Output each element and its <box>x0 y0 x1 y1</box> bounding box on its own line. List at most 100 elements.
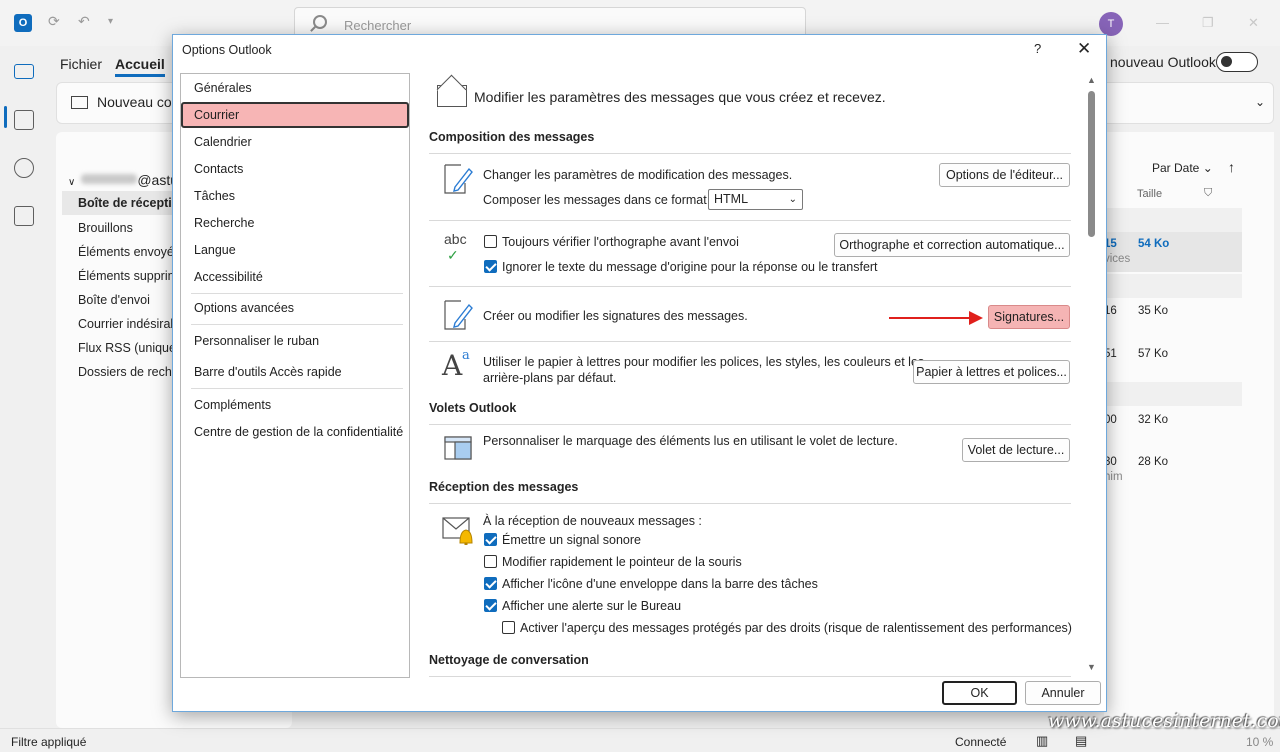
sort-dropdown[interactable]: Par Date ⌄ <box>1152 161 1213 175</box>
new-mail-button[interactable]: Nouveau cou <box>71 94 180 110</box>
reading-pane-button[interactable]: Volet de lecture... <box>962 438 1070 462</box>
folder-junk[interactable]: Courrier indésirab <box>78 317 177 331</box>
ignore-original-checkbox[interactable] <box>484 260 497 273</box>
undo-icon[interactable]: ↶ <box>78 13 90 30</box>
annotation-arrow <box>889 311 983 325</box>
section-composition: Composition des messages <box>429 130 595 144</box>
nav-item-accessibilite[interactable]: Accessibilité <box>194 270 263 284</box>
message-size: 32 Ko <box>1138 414 1169 426</box>
format-select[interactable]: HTML ⌄ <box>708 189 803 210</box>
group-header <box>1104 274 1242 298</box>
nav-item-options-avancees[interactable]: Options avancées <box>194 301 294 315</box>
list-item[interactable]: 51 57 Ko <box>1104 340 1242 380</box>
folder-deleted[interactable]: Éléments supprim <box>78 269 178 283</box>
nav-item-taches[interactable]: Tâches <box>194 189 235 203</box>
new-outlook-label: nouveau Outlook <box>1110 54 1216 70</box>
status-filter: Filtre appliqué <box>11 735 87 749</box>
spell-check-label: Toujours vérifier l'orthographe avant l'… <box>502 235 739 249</box>
mail-icon[interactable] <box>14 64 34 79</box>
chevron-down-icon: ⌄ <box>788 194 797 205</box>
calendar-icon[interactable] <box>14 110 34 130</box>
normal-view-icon[interactable]: ▥ <box>1036 733 1048 749</box>
options-content: Modifier les paramètres des messages que… <box>427 73 1087 678</box>
rights-preview-checkbox[interactable] <box>502 621 515 634</box>
folder-search[interactable]: Dossiers de recher <box>78 365 183 379</box>
close-button[interactable]: ✕ <box>1077 39 1091 59</box>
avatar[interactable]: T <box>1099 12 1123 36</box>
rail-active-indicator <box>4 106 7 128</box>
list-item[interactable]: 15 54 Ko vices <box>1104 232 1242 272</box>
nav-item-generales[interactable]: Générales <box>194 81 252 95</box>
signatures-button[interactable]: Signatures... <box>988 305 1070 329</box>
folder-sent[interactable]: Éléments envoyé <box>78 245 174 259</box>
reading-pane-text: Personnaliser le marquage des éléments l… <box>483 434 898 448</box>
section-divider <box>429 503 1071 504</box>
sync-icon[interactable]: ⟳ <box>48 13 60 30</box>
desktop-alert-checkbox[interactable] <box>484 599 497 612</box>
nav-item-personnaliser-ruban[interactable]: Personnaliser le ruban <box>194 334 319 348</box>
arrival-label: À la réception de nouveaux messages : <box>483 514 702 528</box>
section-volets: Volets Outlook <box>429 401 517 415</box>
section-divider <box>429 220 1071 221</box>
list-item[interactable]: 30 28 Ko him <box>1104 448 1242 490</box>
maximize-icon[interactable]: ❐ <box>1202 15 1214 31</box>
taskbar-envelope-checkbox[interactable] <box>484 577 497 590</box>
filter-icon[interactable]: ⛉ <box>1204 187 1212 200</box>
spell-check-checkbox[interactable] <box>484 235 497 248</box>
message-size: 28 Ko <box>1138 456 1169 468</box>
nav-item-calendrier[interactable]: Calendrier <box>194 135 252 149</box>
people-icon[interactable] <box>14 158 34 178</box>
close-window-icon[interactable]: ✕ <box>1248 15 1259 31</box>
list-item[interactable]: 00 32 Ko <box>1104 406 1242 446</box>
nav-item-confidentialite[interactable]: Centre de gestion de la confidentialité <box>194 425 403 439</box>
customize-toolbar-icon[interactable]: ▾ <box>108 16 113 27</box>
nav-item-contacts[interactable]: Contacts <box>194 162 243 176</box>
ribbon-expand-icon[interactable]: ⌄ <box>1255 95 1265 109</box>
section-reception: Réception des messages <box>429 480 579 494</box>
nav-divider <box>191 293 403 294</box>
nav-item-courrier[interactable]: Courrier <box>181 102 409 128</box>
cancel-button[interactable]: Annuler <box>1025 681 1101 705</box>
folder-rss[interactable]: Flux RSS (uniquem <box>78 341 186 355</box>
new-outlook-toggle[interactable] <box>1216 52 1258 72</box>
spelling-button[interactable]: Orthographe et correction automatique... <box>834 233 1070 257</box>
nav-divider <box>191 388 403 389</box>
tab-fichier[interactable]: Fichier <box>60 56 102 72</box>
nav-item-complements[interactable]: Compléments <box>194 398 271 412</box>
message-snippet: vices <box>1104 253 1131 265</box>
zoom-level[interactable]: 10 % <box>1246 735 1273 749</box>
size-column-header[interactable]: Taille <box>1137 188 1162 200</box>
sort-direction-icon[interactable]: ↑ <box>1228 159 1235 175</box>
options-scrollbar[interactable]: ▲ ▼ <box>1085 73 1099 678</box>
editor-options-button[interactable]: Options de l'éditeur... <box>939 163 1070 187</box>
tab-accueil[interactable]: Accueil <box>115 56 165 77</box>
nav-item-langue[interactable]: Langue <box>194 243 236 257</box>
stationery-text-line2: arrière-plans par défaut. <box>483 371 617 385</box>
folder-drafts[interactable]: Brouillons <box>78 221 133 235</box>
search-icon <box>313 15 327 29</box>
new-mail-alert-icon <box>442 517 473 545</box>
folder-outbox[interactable]: Boîte d'envoi <box>78 293 150 307</box>
scrollbar-thumb[interactable] <box>1088 91 1095 237</box>
minimize-icon[interactable]: — <box>1156 15 1169 30</box>
ok-button[interactable]: OK <box>942 681 1017 705</box>
ignore-original-label: Ignorer le texte du message d'origine po… <box>502 260 878 274</box>
sound-checkbox[interactable] <box>484 533 497 546</box>
stationery-button[interactable]: Papier à lettres et polices... <box>913 360 1070 384</box>
account-header[interactable]: ∨ @astuc <box>68 172 185 188</box>
apps-icon[interactable] <box>14 206 34 226</box>
nav-item-acces-rapide[interactable]: Barre d'outils Accès rapide <box>194 365 342 379</box>
scroll-down-icon[interactable]: ▼ <box>1087 662 1096 672</box>
page-title: Modifier les paramètres des messages que… <box>474 89 886 105</box>
section-nettoyage: Nettoyage de conversation <box>429 653 589 667</box>
list-item[interactable]: 16 35 Ko <box>1104 298 1242 338</box>
dialog-title: Options Outlook <box>182 43 272 57</box>
cursor-checkbox[interactable] <box>484 555 497 568</box>
sound-label: Émettre un signal sonore <box>502 533 641 547</box>
scroll-up-icon[interactable]: ▲ <box>1087 75 1096 85</box>
section-divider <box>429 153 1071 154</box>
reading-view-icon[interactable]: ▤ <box>1075 733 1087 749</box>
nav-item-recherche[interactable]: Recherche <box>194 216 254 230</box>
rights-preview-label: Activer l'aperçu des messages protégés p… <box>520 621 1072 635</box>
help-button[interactable]: ? <box>1034 41 1041 56</box>
